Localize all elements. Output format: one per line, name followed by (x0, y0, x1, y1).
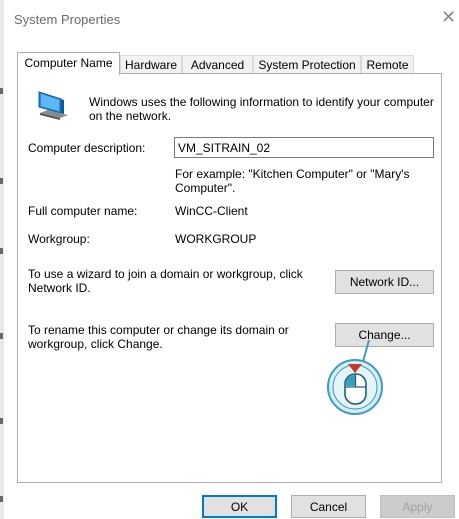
tab-hardware[interactable]: Hardware (120, 55, 182, 73)
tab-system-protection[interactable]: System Protection (253, 55, 361, 73)
apply-button[interactable]: Apply (380, 495, 455, 518)
full-computer-name-label: Full computer name: (28, 204, 138, 218)
computer-description-input[interactable] (174, 137, 434, 158)
full-computer-name-value: WinCC-Client (175, 204, 248, 218)
click-callout (327, 339, 383, 415)
network-id-text: To use a wizard to join a domain or work… (28, 267, 303, 295)
intro-text: Windows uses the following information t… (89, 95, 434, 123)
edge-marker (0, 178, 3, 184)
network-id-button[interactable]: Network ID... (335, 270, 434, 294)
window-edge (0, 0, 4, 519)
description-example: For example: "Kitchen Computer" or "Mary… (175, 167, 410, 195)
edge-marker (0, 333, 3, 339)
ok-button[interactable]: OK (202, 495, 277, 518)
tab-strip: Computer Name Hardware Advanced System P… (17, 52, 432, 75)
workgroup-value: WORKGROUP (175, 232, 257, 246)
edge-marker (0, 248, 3, 254)
edge-marker (0, 496, 3, 502)
edge-marker (0, 88, 3, 94)
computer-description-label: Computer description: (28, 141, 146, 155)
tab-remote[interactable]: Remote (361, 55, 414, 73)
computer-icon (38, 91, 68, 120)
tab-computer-name[interactable]: Computer Name (17, 52, 120, 75)
workgroup-label: Workgroup: (28, 232, 90, 246)
cancel-button[interactable]: Cancel (291, 495, 366, 518)
edge-marker (0, 418, 3, 424)
close-icon[interactable]: ✕ (441, 8, 456, 26)
window-title: System Properties (14, 12, 121, 27)
tab-advanced[interactable]: Advanced (182, 55, 253, 73)
rename-text: To rename this computer or change its do… (28, 323, 289, 351)
